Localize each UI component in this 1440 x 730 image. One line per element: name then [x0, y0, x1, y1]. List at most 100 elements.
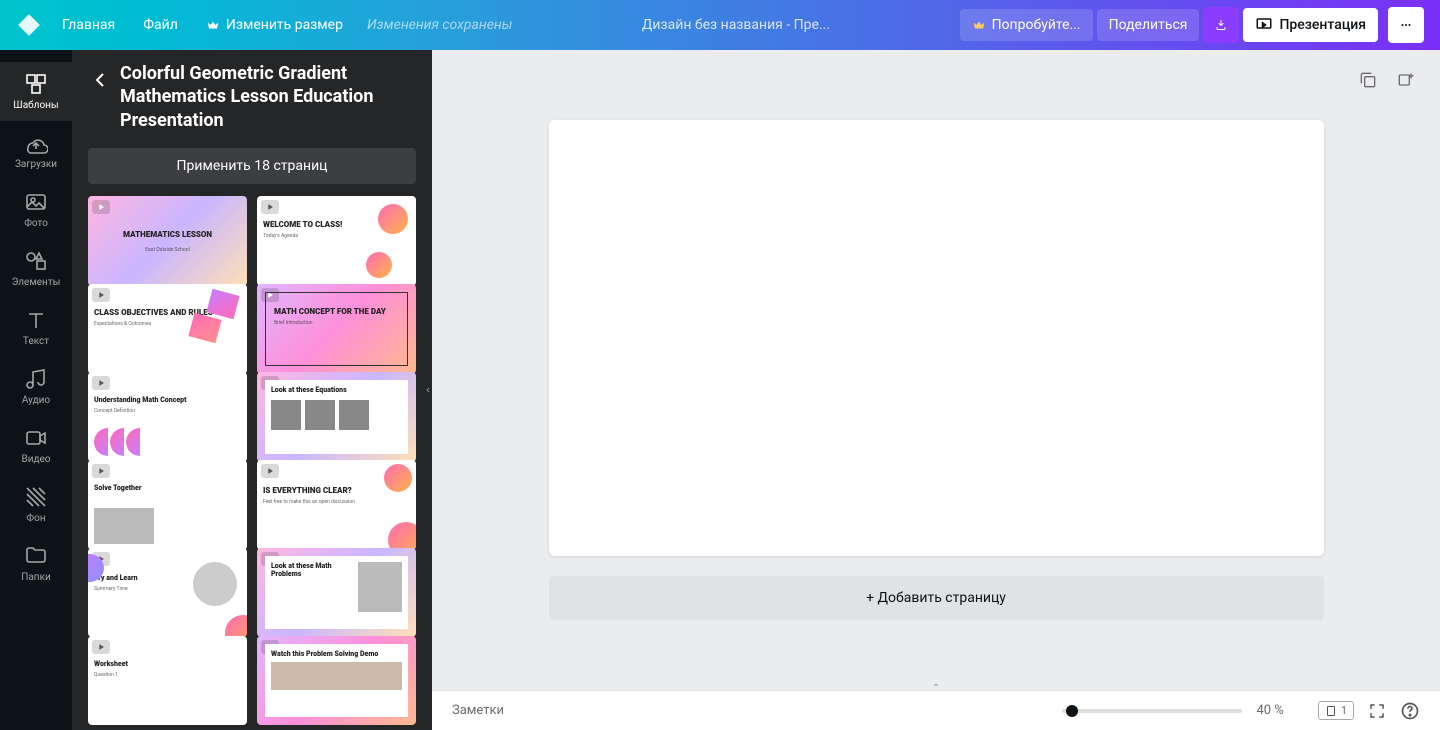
- nav-photos[interactable]: Фото: [0, 180, 72, 239]
- templates-icon: [24, 72, 48, 96]
- nav-uploads[interactable]: Загрузки: [0, 121, 72, 180]
- help-button[interactable]: [1400, 701, 1420, 721]
- video-badge-icon: [92, 376, 110, 390]
- template-thumb[interactable]: CLASS OBJECTIVES AND RULES Expectations …: [88, 284, 247, 373]
- notes-button[interactable]: Заметки: [452, 703, 1062, 718]
- menu-resize[interactable]: Изменить размер: [194, 11, 355, 39]
- template-thumb[interactable]: Watch this Problem Solving Demo: [257, 636, 416, 725]
- template-thumb[interactable]: Look at these Math Problems: [257, 548, 416, 637]
- menu-home[interactable]: Главная: [50, 11, 127, 39]
- video-badge-icon: [92, 640, 110, 654]
- decorative-shape: [126, 428, 140, 456]
- decorative-circle: [366, 252, 392, 278]
- zoom-slider[interactable]: [1062, 709, 1242, 713]
- templates-panel: Colorful Geometric Gradient Mathematics …: [72, 50, 432, 730]
- video-icon: [24, 426, 48, 450]
- template-thumb[interactable]: Look at these Equations: [257, 372, 416, 461]
- photo-icon: [24, 190, 48, 214]
- thumb-image-placeholder: [358, 562, 402, 612]
- decorative-shape: [94, 428, 108, 456]
- nav-uploads-label: Загрузки: [15, 159, 57, 170]
- chevron-up-icon: [929, 681, 943, 689]
- add-page-icon[interactable]: [1396, 70, 1416, 90]
- add-page-button[interactable]: + Добавить страницу: [549, 576, 1324, 620]
- back-icon[interactable]: [88, 68, 112, 92]
- thumb-image-placeholder: [271, 400, 301, 430]
- thumb-sub: East Outside School: [94, 247, 241, 253]
- menu-file[interactable]: Файл: [131, 11, 190, 39]
- page-indicator[interactable]: 1: [1318, 701, 1354, 720]
- thumb-sub: Question 1: [94, 672, 241, 678]
- canvas-tools: [1358, 70, 1416, 90]
- nav-video-label: Видео: [21, 454, 50, 465]
- bottombar-expand-handle[interactable]: [916, 680, 956, 690]
- template-thumb[interactable]: MATHEMATICS LESSON East Outside School: [88, 196, 247, 285]
- help-icon: [1400, 701, 1420, 721]
- video-badge-icon: [261, 464, 279, 478]
- thumb-title: MATHEMATICS LESSON: [94, 230, 241, 239]
- decorative-circle: [388, 522, 416, 550]
- download-button[interactable]: [1203, 7, 1239, 43]
- more-button[interactable]: [1388, 7, 1424, 43]
- video-badge-icon: [261, 200, 279, 214]
- zoom-slider-thumb[interactable]: [1066, 705, 1078, 717]
- thumb-image-placeholder: [305, 400, 335, 430]
- fullscreen-button[interactable]: [1368, 702, 1386, 720]
- template-thumb[interactable]: Worksheet Question 1: [88, 636, 247, 725]
- present-button[interactable]: Презентация: [1243, 8, 1378, 42]
- elements-icon: [24, 249, 48, 273]
- nav-photos-label: Фото: [24, 218, 48, 229]
- decorative-square: [188, 313, 221, 343]
- present-label: Презентация: [1279, 17, 1366, 33]
- background-icon: [24, 485, 48, 509]
- video-badge-icon: [92, 464, 110, 478]
- try-pro-label: Попробуйте...: [992, 17, 1081, 33]
- thumb-sub: Expectations & Outcomes: [94, 321, 241, 327]
- thumb-image-placeholder: [271, 662, 402, 690]
- left-nav: Шаблоны Загрузки Фото Элементы Текст Ауд…: [0, 50, 72, 730]
- decorative-circle: [225, 615, 247, 637]
- template-thumb[interactable]: Solve Together: [88, 460, 247, 549]
- template-thumb[interactable]: Understanding Math Concept Concept Defin…: [88, 372, 247, 461]
- page-number: 1: [1341, 704, 1347, 717]
- thumb-title: Worksheet: [94, 660, 241, 668]
- menu-resize-label: Изменить размер: [226, 17, 343, 33]
- audio-icon: [24, 367, 48, 391]
- nav-video[interactable]: Видео: [0, 416, 72, 475]
- nav-templates[interactable]: Шаблоны: [0, 62, 72, 121]
- zoom-value[interactable]: 40 %: [1256, 703, 1283, 718]
- decorative-circle: [384, 464, 412, 492]
- try-pro-button[interactable]: Попробуйте...: [960, 9, 1093, 41]
- decorative-shape: [110, 428, 124, 456]
- template-thumb[interactable]: IS EVERYTHING CLEAR? Feel free to make t…: [257, 460, 416, 549]
- nav-folders[interactable]: Папки: [0, 534, 72, 593]
- nav-folders-label: Папки: [21, 572, 51, 583]
- apply-all-pages-button[interactable]: Применить 18 страниц: [88, 148, 416, 184]
- folder-icon: [24, 544, 48, 568]
- thumb-title: Look at these Equations: [271, 386, 402, 394]
- video-badge-icon: [92, 288, 110, 302]
- template-thumb[interactable]: Try and Learn Summary Time: [88, 548, 247, 637]
- bottombar: Заметки 40 % 1: [432, 690, 1440, 730]
- save-status: Изменения сохранены: [367, 17, 512, 33]
- template-thumb[interactable]: MATH CONCEPT FOR THE DAY Brief Introduct…: [257, 284, 416, 373]
- nav-audio[interactable]: Аудио: [0, 357, 72, 416]
- logo-icon[interactable]: [16, 12, 42, 38]
- more-icon: [1400, 16, 1412, 34]
- nav-elements[interactable]: Элементы: [0, 239, 72, 298]
- nav-text[interactable]: Текст: [0, 298, 72, 357]
- chevron-left-icon: [424, 384, 432, 396]
- template-thumbnails: MATHEMATICS LESSON East Outside School W…: [72, 196, 432, 730]
- nav-audio-label: Аудио: [22, 395, 50, 406]
- duplicate-page-icon[interactable]: [1358, 70, 1378, 90]
- doc-title[interactable]: Дизайн без названия - Пре...: [516, 17, 955, 33]
- main-area: Шаблоны Загрузки Фото Элементы Текст Ауд…: [0, 50, 1440, 730]
- thumb-title: Understanding Math Concept: [94, 396, 241, 404]
- share-button[interactable]: Поделиться: [1097, 9, 1200, 41]
- nav-elements-label: Элементы: [12, 277, 61, 288]
- template-thumb[interactable]: WELCOME TO CLASS! Today's Agenda: [257, 196, 416, 285]
- nav-background[interactable]: Фон: [0, 475, 72, 534]
- download-icon: [1215, 16, 1227, 34]
- slide-canvas[interactable]: [549, 120, 1324, 556]
- crown-icon: [972, 18, 986, 32]
